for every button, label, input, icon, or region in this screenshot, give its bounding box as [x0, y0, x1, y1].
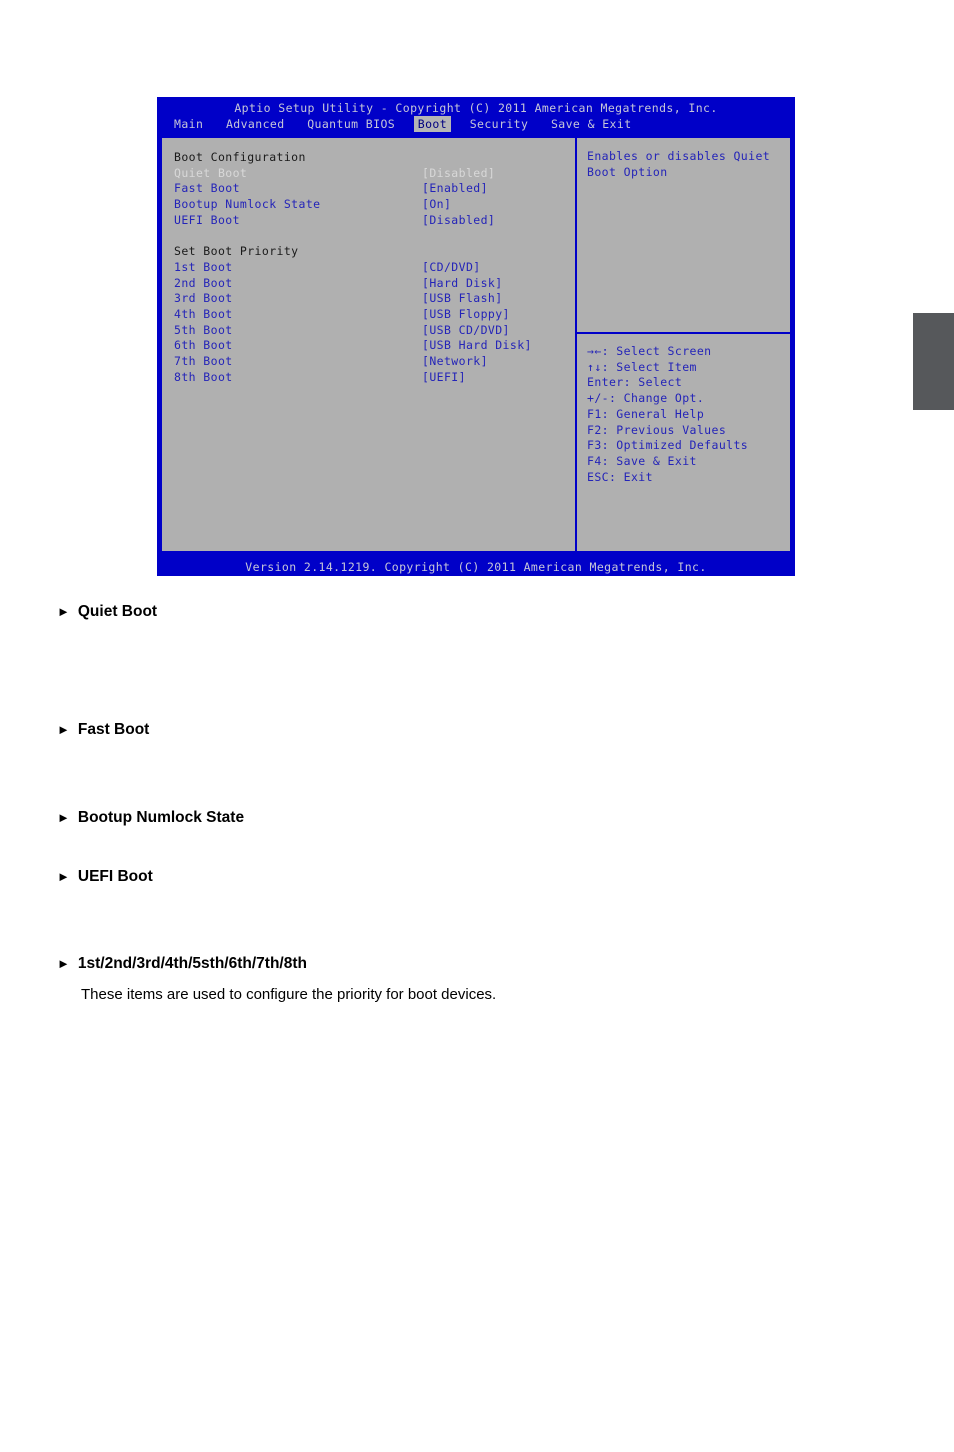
boot-priority-item-row[interactable]: 8th Boot [UEFI]	[174, 370, 575, 386]
key-legend-list: →←: Select Screen ↑↓: Select Item Enter: S…	[587, 344, 748, 485]
boot-priority-item-label: 6th Boot	[174, 338, 233, 353]
boot-priority-item-value[interactable]: [USB CD/DVD]	[422, 323, 510, 339]
bios-menu-tab-advanced[interactable]: Advanced	[222, 116, 289, 132]
bios-menu-tab-boot[interactable]: Boot	[413, 116, 452, 132]
manual-section: ► Fast Boot	[57, 721, 149, 739]
bios-menu-tab-save-exit[interactable]: Save & Exit	[547, 116, 636, 132]
triangle-right-icon: ►	[57, 869, 70, 884]
bios-title: Aptio Setup Utility - Copyright (C) 2011…	[234, 101, 718, 115]
boot-priority-item-row[interactable]: 1st Boot [CD/DVD]	[174, 260, 575, 276]
manual-section: ► UEFI Boot	[57, 868, 153, 886]
bios-menu-tab-main[interactable]: Main	[170, 116, 207, 132]
boot-config-item-value[interactable]: [Disabled]	[422, 166, 495, 182]
boot-config-item-label: Fast Boot	[174, 181, 240, 196]
legend-line: F1: General Help	[587, 406, 705, 421]
boot-priority-item-value[interactable]: [Network]	[422, 354, 488, 370]
boot-priority-item-label: 5th Boot	[174, 322, 233, 337]
boot-priority-item-value[interactable]: [UEFI]	[422, 370, 466, 386]
boot-config-item-value[interactable]: [Disabled]	[422, 213, 495, 229]
boot-priority-item-value[interactable]: [CD/DVD]	[422, 260, 481, 276]
menu-gap	[289, 117, 304, 131]
boot-priority-item-label: 4th Boot	[174, 307, 233, 322]
boot-config-item-value[interactable]: [Enabled]	[422, 181, 488, 197]
boot-config-item-value[interactable]: [On]	[422, 197, 451, 213]
boot-config-item-row[interactable]: Quiet Boot [Disabled]	[174, 166, 575, 182]
boot-config-item-row[interactable]: Bootup Numlock State [On]	[174, 197, 575, 213]
manual-section: ► Quiet Boot	[57, 603, 157, 621]
manual-section: ► Bootup Numlock State	[57, 809, 244, 827]
bios-help-pane: Enables or disables Quiet Boot Option →←…	[575, 138, 790, 551]
set-boot-priority-list: 1st Boot [CD/DVD] 2nd Boot [Hard Disk] 3rd B…	[174, 260, 575, 386]
boot-priority-item-row[interactable]: 5th Boot [USB CD/DVD]	[174, 323, 575, 339]
boot-priority-item-value[interactable]: [Hard Disk]	[422, 276, 503, 292]
manual-section-title: UEFI Boot	[77, 868, 153, 885]
legend-separator	[575, 332, 790, 334]
bios-version-text: Version 2.14.1219. Copyright (C) 2011 Am…	[245, 560, 707, 574]
manual-section-body: These items are used to configure the pr…	[81, 986, 497, 1003]
bios-options-pane: Boot Configuration Quiet Boot [Disabled] F…	[162, 138, 575, 551]
boot-priority-item-row[interactable]: 4th Boot [USB Floppy]	[174, 307, 575, 323]
manual-section: ► 1st/2nd/3rd/4th/5sth/6th/7th/8th	[57, 955, 307, 973]
menu-gap	[399, 117, 414, 131]
manual-section-heading: ► Quiet Boot	[57, 603, 157, 621]
legend-line: ↑↓: Select Item	[587, 359, 697, 374]
boot-priority-item-label: 8th Boot	[174, 369, 233, 384]
page-edge-tab	[913, 313, 954, 410]
bios-setup-window: Aptio Setup Utility - Copyright (C) 2011…	[157, 97, 795, 576]
legend-line: ESC: Exit	[587, 469, 653, 484]
triangle-right-icon: ►	[57, 722, 70, 737]
manual-section-heading: ► Fast Boot	[57, 721, 149, 739]
bios-content-panel: Boot Configuration Quiet Boot [Disabled] F…	[160, 136, 792, 553]
options-spacer	[174, 229, 575, 245]
boot-priority-item-label: 7th Boot	[174, 354, 233, 369]
boot-priority-item-label: 2nd Boot	[174, 275, 233, 290]
menu-gap	[207, 117, 222, 131]
boot-priority-item-label: 1st Boot	[174, 259, 233, 274]
bios-menu-tab-security[interactable]: Security	[466, 116, 533, 132]
boot-priority-item-row[interactable]: 7th Boot [Network]	[174, 354, 575, 370]
bios-menu-bar[interactable]: Main Advanced Quantum BIOS Boot Security…	[170, 116, 636, 132]
manual-section-title: Bootup Numlock State	[77, 809, 245, 826]
bios-footer-bar: Version 2.14.1219. Copyright (C) 2011 Am…	[157, 556, 795, 576]
boot-priority-item-value[interactable]: [USB Floppy]	[422, 307, 510, 323]
boot-priority-item-row[interactable]: 6th Boot [USB Hard Disk]	[174, 338, 575, 354]
manual-section-heading: ► 1st/2nd/3rd/4th/5sth/6th/7th/8th	[57, 955, 307, 973]
bios-title-bar: Aptio Setup Utility - Copyright (C) 2011…	[157, 97, 795, 133]
manual-section-title: Quiet Boot	[77, 603, 158, 620]
manual-section-title: Fast Boot	[77, 721, 150, 738]
legend-line: →←: Select Screen	[587, 344, 712, 358]
set-boot-priority-heading: Set Boot Priority	[174, 244, 299, 259]
legend-line: F2: Previous Values	[587, 422, 727, 437]
menu-gap	[532, 117, 547, 131]
boot-priority-item-row[interactable]: 3rd Boot [USB Flash]	[174, 291, 575, 307]
boot-config-item-label: Quiet Boot	[174, 165, 248, 180]
boot-config-item-label: Bootup Numlock State	[174, 197, 321, 212]
boot-priority-item-label: 3rd Boot	[174, 291, 233, 306]
menu-gap	[451, 117, 466, 131]
legend-line: Enter: Select	[587, 375, 683, 390]
boot-configuration-heading: Boot Configuration	[174, 150, 306, 164]
legend-line: F3: Optimized Defaults	[587, 438, 749, 453]
manual-section-title: 1st/2nd/3rd/4th/5sth/6th/7th/8th	[77, 955, 307, 972]
boot-config-item-row[interactable]: Fast Boot [Enabled]	[174, 181, 575, 197]
manual-section-heading: ► UEFI Boot	[57, 868, 153, 886]
boot-config-item-row[interactable]: UEFI Boot [Disabled]	[174, 213, 575, 229]
triangle-right-icon: ►	[57, 810, 70, 825]
boot-configuration-list: Quiet Boot [Disabled] Fast Boot [Enabled] Bo…	[174, 166, 575, 229]
boot-priority-item-value[interactable]: [USB Flash]	[422, 291, 503, 307]
boot-config-item-label: UEFI Boot	[174, 212, 240, 227]
legend-line: F4: Save & Exit	[587, 453, 697, 468]
bios-menu-tab-quantum-bios[interactable]: Quantum BIOS	[303, 116, 399, 132]
legend-line: +/-: Change Opt.	[587, 391, 705, 406]
triangle-right-icon: ►	[57, 956, 70, 971]
boot-priority-item-row[interactable]: 2nd Boot [Hard Disk]	[174, 276, 575, 292]
boot-priority-item-value[interactable]: [USB Hard Disk]	[422, 338, 532, 354]
triangle-right-icon: ►	[57, 604, 70, 619]
manual-section-heading: ► Bootup Numlock State	[57, 809, 244, 827]
help-text: Enables or disables Quiet Boot Option	[587, 149, 778, 179]
